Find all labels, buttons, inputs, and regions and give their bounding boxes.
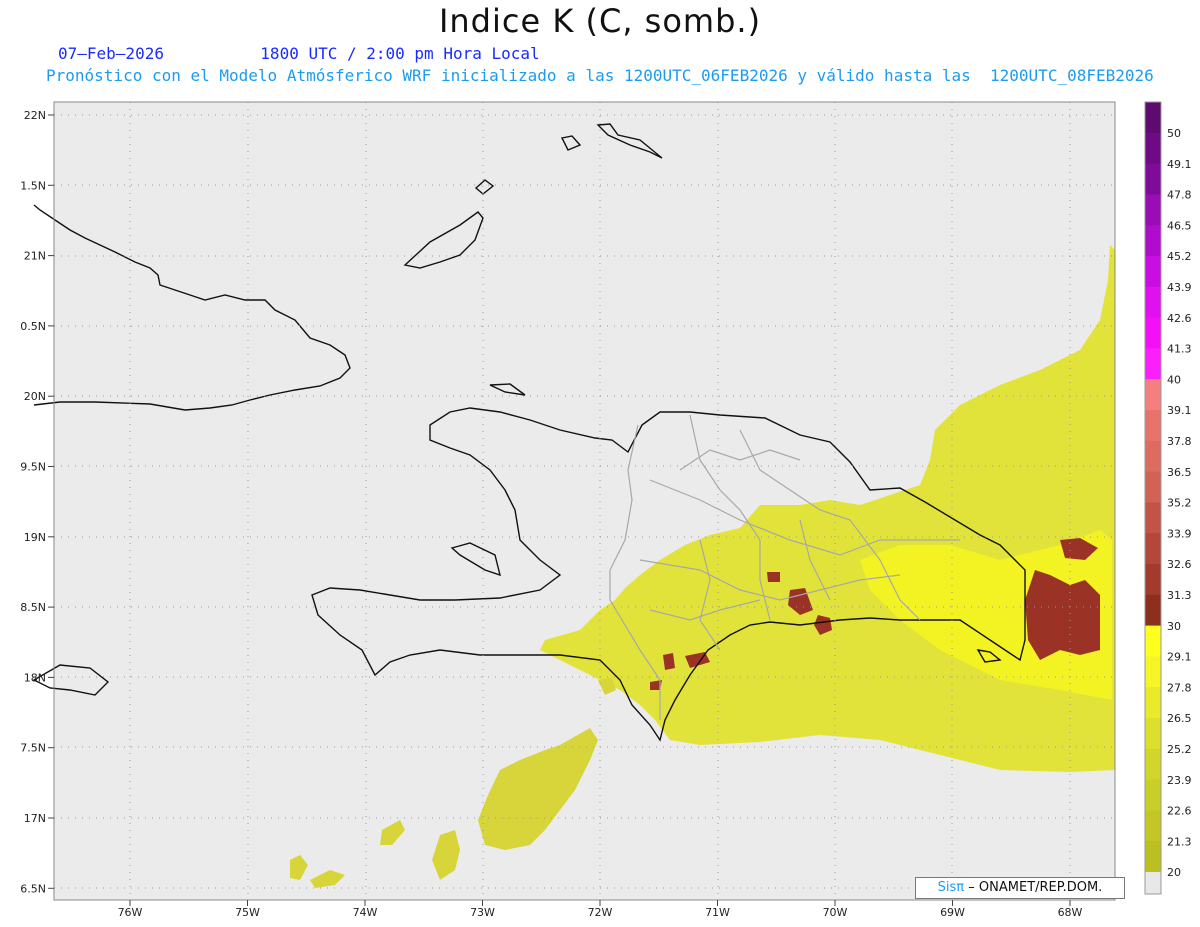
colorbar-swatch	[1145, 163, 1161, 195]
credit-box: Sisπ – ONAMET/REP.DOM.	[915, 877, 1125, 899]
colorbar-label: 27.8	[1167, 681, 1192, 694]
lat-label: 1.5N	[20, 179, 46, 192]
longitude-axis: 76W 75W 74W 73W 72W 71W 70W 69W 68W	[118, 900, 1083, 919]
lat-label: 20N	[24, 390, 46, 403]
cell-central-3	[767, 572, 780, 582]
colorbar-swatch	[1145, 379, 1161, 411]
colorbar-label: 42.6	[1167, 312, 1192, 325]
lon-label: 75W	[235, 906, 260, 919]
colorbar-label: 40	[1167, 373, 1181, 386]
colorbar-swatch	[1145, 410, 1161, 442]
colorbar-label: 43.9	[1167, 281, 1192, 294]
colorbar-swatch	[1145, 841, 1161, 873]
lat-label: 9.5N	[20, 461, 46, 474]
lon-label: 70W	[823, 906, 848, 919]
colorbar-swatch	[1145, 718, 1161, 750]
colorbar-label: 33.9	[1167, 527, 1192, 540]
colorbar-label: 39.1	[1167, 404, 1192, 417]
lat-label: 0.5N	[20, 320, 46, 333]
colorbar-swatch	[1145, 286, 1161, 319]
colorbar-label: 21.3	[1167, 835, 1192, 848]
colorbar-bottom-swatch	[1145, 872, 1161, 894]
lon-label: 68W	[1058, 906, 1083, 919]
lon-label: 69W	[940, 906, 965, 919]
colorbar-swatch	[1145, 440, 1161, 473]
lat-label: 22N	[24, 109, 46, 122]
lon-label: 76W	[118, 906, 143, 919]
sispi-logo: Sisπ	[937, 880, 965, 895]
colorbar-swatch	[1145, 256, 1161, 288]
colorbar-label: 35.2	[1167, 497, 1192, 510]
colorbar: 50 49.1 47.8 46.5 45.2 43.9 42.6 41.3 40 39.1 37.8…	[1144, 101, 1192, 895]
colorbar-label: 22.6	[1167, 805, 1192, 818]
lat-label: 6.5N	[20, 882, 46, 895]
colorbar-label: 36.5	[1167, 466, 1192, 479]
colorbar-label: 45.2	[1167, 250, 1192, 263]
colorbar-label: 31.3	[1167, 589, 1192, 602]
colorbar-swatch	[1145, 594, 1161, 627]
colorbar-label: 50	[1167, 127, 1181, 140]
colorbar-swatch	[1145, 102, 1161, 134]
lat-label: 17N	[24, 812, 46, 825]
colorbar-swatch	[1145, 687, 1161, 719]
colorbar-swatch	[1145, 779, 1161, 811]
colorbar-swatch	[1145, 317, 1161, 349]
colorbar-label: 23.9	[1167, 774, 1192, 787]
credit-text: – ONAMET/REP.DOM.	[968, 880, 1103, 895]
colorbar-label: 47.8	[1167, 189, 1192, 202]
colorbar-swatch	[1145, 533, 1161, 565]
lat-label: 7.5N	[20, 742, 46, 755]
colorbar-swatch	[1145, 656, 1161, 688]
forecast-map: 22N 1.5N 21N 0.5N 20N 9.5N 19N 8.5N 18N 7.5N 17N 6.…	[20, 101, 1192, 919]
colorbar-label: 26.5	[1167, 712, 1192, 725]
lat-label: 18N	[24, 671, 46, 684]
lon-label: 74W	[353, 906, 378, 919]
colorbar-label: 30	[1167, 620, 1181, 633]
lon-label: 72W	[588, 906, 613, 919]
colorbar-swatch	[1145, 810, 1161, 842]
colorbar-label: 46.5	[1167, 219, 1192, 232]
colorbar-label: 20	[1167, 866, 1181, 879]
lat-label: 21N	[24, 250, 46, 263]
lat-label: 8.5N	[20, 601, 46, 614]
colorbar-label: 37.8	[1167, 435, 1192, 448]
colorbar-swatch	[1145, 502, 1161, 534]
colorbar-label: 25.2	[1167, 743, 1192, 756]
lat-label: 19N	[24, 531, 46, 544]
colorbar-label: 29.1	[1167, 651, 1192, 664]
latitude-axis: 22N 1.5N 21N 0.5N 20N 9.5N 19N 8.5N 18N 7.5N 17N 6.…	[20, 109, 54, 895]
lon-label: 73W	[470, 906, 495, 919]
cell-central-5	[663, 653, 675, 670]
colorbar-swatch	[1145, 225, 1161, 257]
colorbar-label: 49.1	[1167, 158, 1192, 171]
lon-label: 71W	[705, 906, 730, 919]
colorbar-swatch	[1145, 564, 1161, 596]
colorbar-label: 41.3	[1167, 343, 1192, 356]
colorbar-swatch	[1145, 194, 1161, 226]
colorbar-swatch	[1145, 132, 1161, 165]
colorbar-label: 32.6	[1167, 558, 1192, 571]
colorbar-swatch	[1145, 625, 1161, 657]
colorbar-swatch	[1145, 348, 1161, 380]
colorbar-swatch	[1145, 471, 1161, 503]
colorbar-swatch	[1145, 748, 1161, 781]
